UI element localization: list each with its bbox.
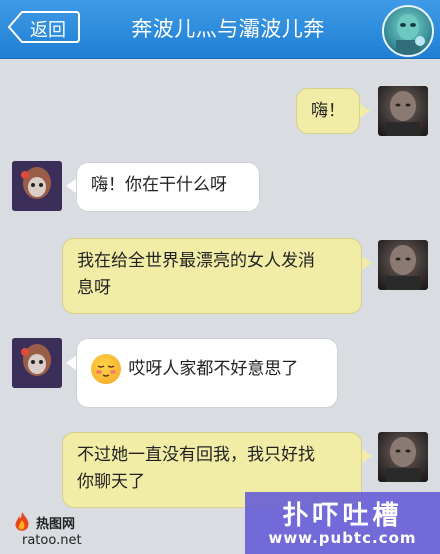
watermark-url: ratoo.net (22, 533, 82, 548)
avatar-face-icon (386, 437, 420, 482)
avatar-face-icon (386, 245, 420, 290)
bubble-tail (362, 256, 372, 270)
bubble-tail (360, 104, 370, 118)
watermark-brand: 扑吓吐槽 (282, 501, 403, 531)
watermark-ratoo: 热图网 ratoo.net (10, 511, 100, 551)
message-text: 哎呀人家都不好意思了 (128, 359, 299, 379)
bubble-tail (66, 356, 76, 370)
watermark-logo-text: 热图网 (36, 517, 76, 532)
bubble-tail (66, 179, 76, 193)
back-label: 返回 (30, 20, 66, 41)
message-text-line: 息呀 (77, 278, 111, 298)
contact-avatar[interactable] (12, 338, 62, 388)
watermark-url: www.pubtc.com (268, 529, 417, 547)
message-text: 嗨！ (311, 101, 345, 121)
message-text: 嗨！你在干什么呀 (91, 175, 227, 195)
message-bubble-incoming[interactable]: 哎呀人家都不好意思了 (76, 338, 338, 408)
avatar-face-icon (12, 338, 62, 388)
contact-avatar[interactable] (12, 161, 62, 211)
avatar-face-icon (386, 91, 420, 136)
my-avatar[interactable] (378, 86, 428, 136)
flame-icon (15, 512, 29, 531)
top-navigation-bar: 返回 奔波儿灬与灞波儿奔 (0, 0, 440, 59)
message-bubble-outgoing[interactable]: 我在给全世界最漂亮的女人发消 息呀 (62, 238, 362, 314)
watermark-pubtc: 扑吓吐槽 www.pubtc.com (245, 492, 440, 554)
contact-avatar-icon[interactable] (382, 5, 434, 57)
shy-face-emoji (91, 354, 121, 384)
message-text-line: 我在给全世界最漂亮的女人发消 (77, 251, 315, 271)
message-text-line: 不过她一直没有回我，我只好找 (77, 445, 315, 465)
my-avatar[interactable] (378, 240, 428, 290)
message-bubble-incoming[interactable]: 嗨！你在干什么呀 (76, 162, 260, 212)
chat-title: 奔波儿灬与灞波儿奔 (131, 17, 325, 41)
back-button[interactable]: 返回 (8, 11, 80, 43)
avatar-face-icon (12, 161, 62, 211)
bubble-tail (362, 449, 372, 463)
my-avatar[interactable] (378, 432, 428, 482)
message-bubble-outgoing[interactable]: 嗨！ (296, 88, 360, 134)
